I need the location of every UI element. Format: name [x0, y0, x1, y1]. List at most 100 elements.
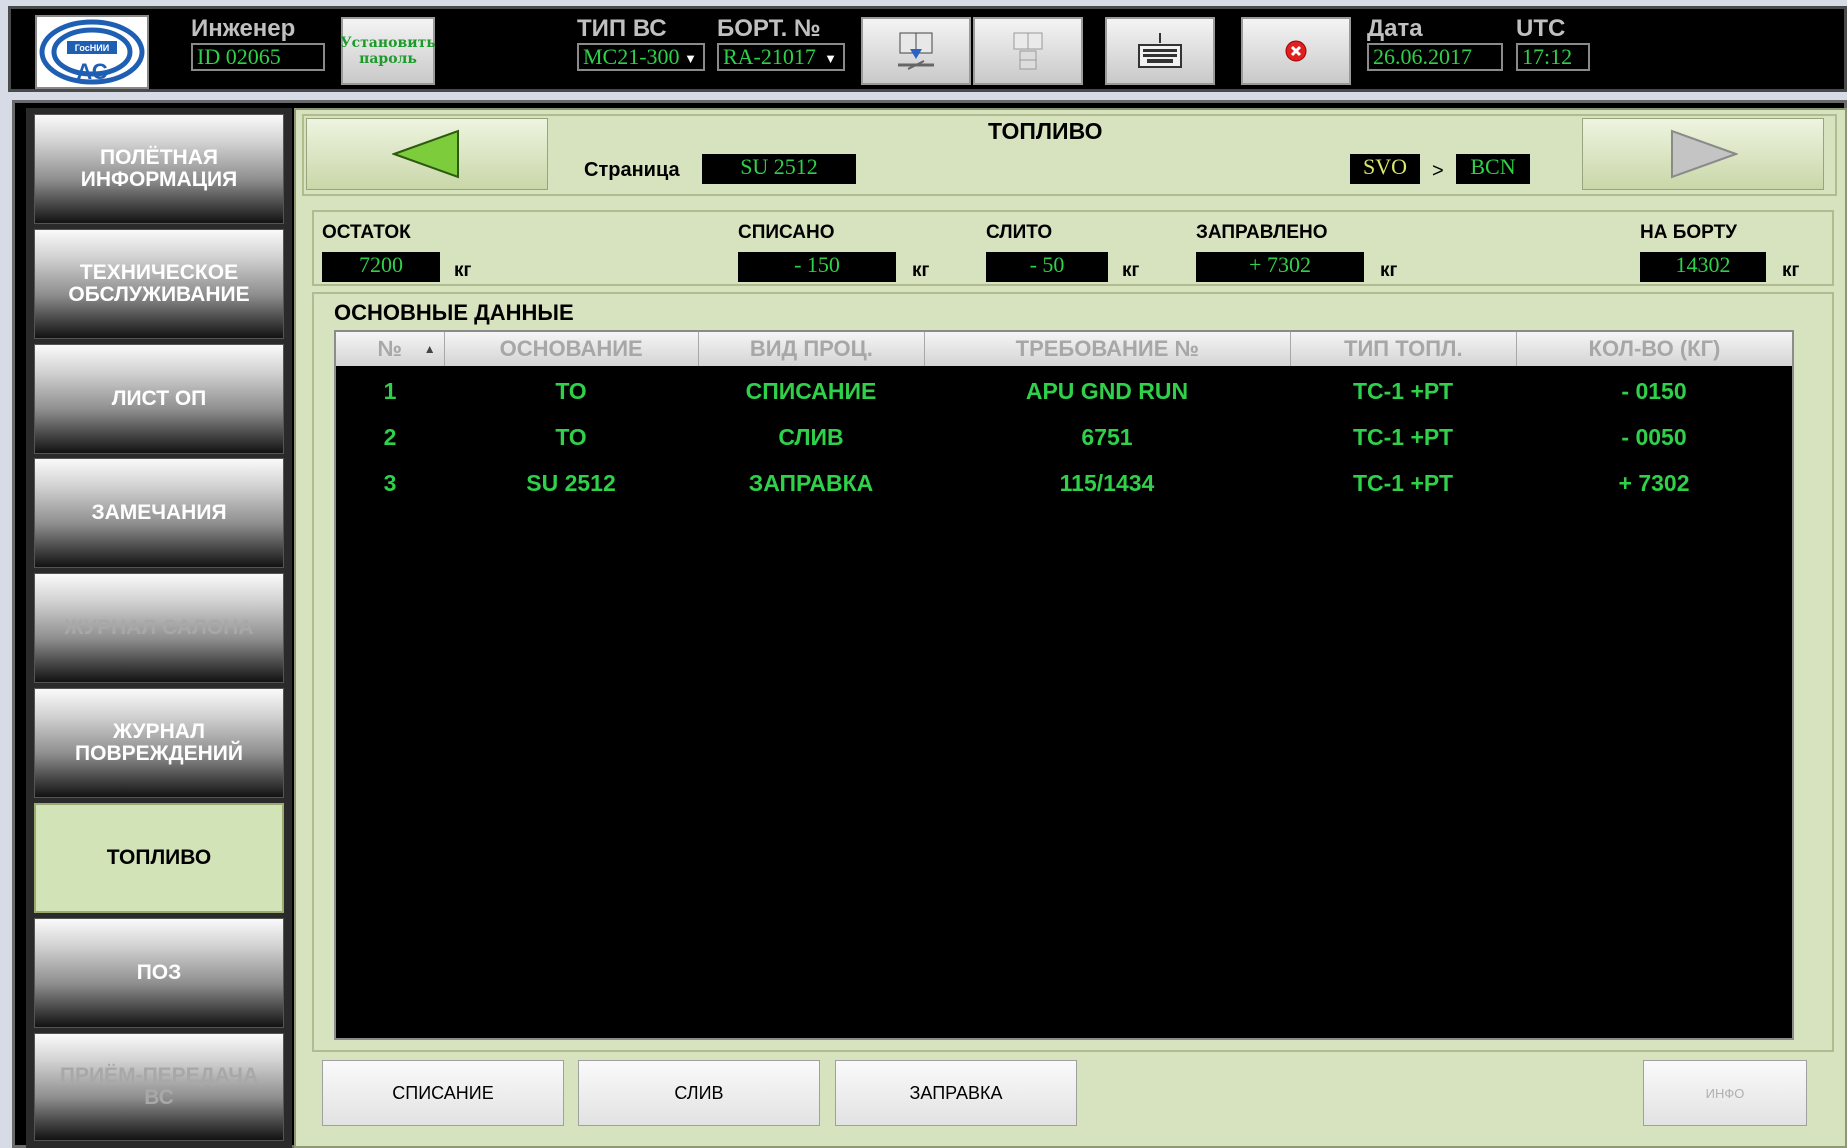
aircraft-type-select[interactable]: MC21-300 ▼: [577, 43, 705, 71]
gosniiac-logo: ГосНИИ АС: [35, 15, 149, 89]
column-header-procedure[interactable]: ВИД ПРОЦ.: [699, 332, 925, 366]
close-app-button[interactable]: [1241, 17, 1351, 85]
prev-page-button[interactable]: [306, 118, 548, 190]
table-row[interactable]: 2 ТО СЛИВ 6751 ТС-1 +РТ - 0050: [336, 414, 1792, 460]
cell-requirement: APU GND RUN: [1025, 377, 1189, 404]
engineer-label: Инженер: [191, 15, 296, 42]
remaining-value: 7200: [322, 252, 440, 282]
manual-download-button[interactable]: [861, 17, 971, 85]
refueled-value: + 7302: [1196, 252, 1364, 282]
arrow-right-icon: [1671, 129, 1738, 179]
column-header-quantity[interactable]: КОЛ-ВО (КГ): [1517, 332, 1792, 366]
page-number-field[interactable]: SU 2512: [702, 154, 856, 184]
refueled-unit: кг: [1380, 260, 1398, 281]
manual-upload-button[interactable]: [973, 17, 1083, 85]
column-header-fuel-type[interactable]: ТИП ТОПЛ.: [1291, 332, 1517, 366]
sidebar-item-aircraft-handover: ПРИЁМ-ПЕРЕДАЧА ВС: [34, 1033, 284, 1141]
sidebar-item-label: ЖУРНАЛ ПОВРЕЖДЕНИЙ: [75, 720, 243, 765]
column-header-basis[interactable]: ОСНОВАНИЕ: [445, 332, 699, 366]
sidebar-item-flight-info[interactable]: ПОЛЁТНАЯ ИНФОРМАЦИЯ: [34, 114, 284, 224]
sidebar-item-remarks[interactable]: ЗАМЕЧАНИЯ: [34, 458, 284, 568]
sidebar-item-op-sheet[interactable]: ЛИСТ ОП: [34, 344, 284, 454]
sidebar-item-label: ЖУРНАЛ САЛОНА: [64, 616, 254, 639]
utc-time-field: 17:12: [1516, 43, 1590, 71]
cell-requirement: 6751: [1081, 423, 1133, 450]
route-separator: >: [1432, 160, 1444, 182]
written-off-unit: кг: [912, 260, 930, 281]
cell-number: 2: [383, 423, 397, 450]
column-header-label: ВИД ПРОЦ.: [749, 336, 873, 361]
column-header-requirement[interactable]: ТРЕБОВАНИЕ №: [925, 332, 1291, 366]
cell-fuel-type: ТС-1 +РТ: [1352, 423, 1454, 450]
keyboard-icon: [1138, 33, 1182, 68]
svg-text:АС: АС: [76, 59, 107, 84]
sidebar-item-fuel[interactable]: ТОПЛИВО: [34, 803, 284, 913]
set-password-button[interactable]: Установить пароль: [340, 17, 436, 85]
chevron-down-icon: ▼: [824, 51, 837, 66]
remaining-label: ОСТАТОК: [322, 222, 411, 243]
column-header-label: КОЛ-ВО (КГ): [1588, 336, 1721, 361]
written-off-label: СПИСАНО: [738, 222, 835, 243]
route-from-field: SVO: [1350, 154, 1420, 184]
sort-ascending-icon: ▲: [423, 342, 436, 356]
column-header-label: ОСНОВАНИЕ: [499, 336, 643, 361]
write-off-label: СПИСАНИЕ: [392, 1082, 494, 1103]
cell-procedure: ЗАПРАВКА: [748, 469, 874, 496]
sidebar-item-label: ПОЛЁТНАЯ ИНФОРМАЦИЯ: [80, 146, 238, 191]
table-row[interactable]: 1 ТО СПИСАНИЕ APU GND RUN ТС-1 +РТ - 015…: [336, 368, 1792, 414]
section-title: ОСНОВНЫЕ ДАННЫЕ: [334, 300, 574, 325]
cell-number: 1: [383, 377, 397, 404]
cell-requirement: 115/1434: [1059, 469, 1155, 496]
on-board-value: 14302: [1640, 252, 1766, 282]
svg-text:ГосНИИ: ГосНИИ: [75, 43, 109, 53]
keyboard-button[interactable]: [1105, 17, 1215, 85]
manual-download-icon: [898, 32, 934, 70]
chevron-down-icon: ▼: [684, 51, 697, 66]
route-to-field: BCN: [1456, 154, 1530, 184]
sidebar-item-label: ТЕХНИЧЕСКОЕ ОБСЛУЖИВАНИЕ: [68, 261, 250, 306]
set-password-label: Установить пароль: [340, 35, 436, 67]
next-page-button[interactable]: [1582, 118, 1824, 190]
cell-fuel-type: ТС-1 +РТ: [1352, 469, 1454, 496]
cell-procedure: СПИСАНИЕ: [745, 377, 877, 404]
top-bar: ГосНИИ АС Инженер ID 02065 Установить па…: [8, 6, 1847, 92]
column-header-label: №: [377, 336, 403, 361]
drain-label: СЛИВ: [674, 1082, 724, 1103]
info-label: ИНФО: [1705, 1085, 1745, 1101]
on-board-unit: кг: [1782, 260, 1800, 281]
sidebar-item-label: ТОПЛИВО: [106, 846, 212, 869]
sidebar-item-label: ЗАМЕЧАНИЯ: [91, 501, 227, 524]
refuel-label: ЗАПРАВКА: [909, 1082, 1003, 1103]
cell-quantity: - 0150: [1621, 377, 1687, 404]
refuel-button[interactable]: ЗАПРАВКА: [835, 1060, 1077, 1126]
column-header-label: ТИП ТОПЛ.: [1344, 336, 1463, 361]
sidebar-item-label: ПОЗ: [136, 961, 182, 984]
cell-basis: SU 2512: [526, 469, 616, 496]
utc-label: UTC: [1516, 15, 1566, 42]
sidebar-item-poz[interactable]: ПОЗ: [34, 918, 284, 1028]
table-row[interactable]: 3 SU 2512 ЗАПРАВКА 115/1434 ТС-1 +РТ + 7…: [336, 460, 1792, 506]
write-off-button[interactable]: СПИСАНИЕ: [322, 1060, 564, 1126]
arrow-left-icon: [392, 129, 459, 179]
fuel-table: № ▲ ОСНОВАНИЕ ВИД ПРОЦ. ТРЕБОВАНИЕ № ТИП…: [334, 330, 1794, 1040]
page-title: ТОПЛИВО: [988, 118, 1103, 144]
cell-procedure: СЛИВ: [778, 423, 844, 450]
cell-number: 3: [383, 469, 397, 496]
column-header-number[interactable]: № ▲: [336, 332, 445, 366]
remaining-unit: кг: [454, 260, 472, 281]
sidebar-item-damage-log[interactable]: ЖУРНАЛ ПОВРЕЖДЕНИЙ: [34, 688, 284, 798]
cell-basis: ТО: [555, 377, 587, 404]
engineer-id-field[interactable]: ID 02065: [191, 43, 325, 71]
drained-label: СЛИТО: [986, 222, 1053, 243]
sidebar-item-label: ПРИЁМ-ПЕРЕДАЧА ВС: [59, 1064, 259, 1109]
aircraft-type-label: ТИП ВС: [577, 15, 667, 42]
close-icon: [1285, 40, 1307, 62]
drain-button[interactable]: СЛИВ: [578, 1060, 820, 1126]
tail-number-select[interactable]: RA-21017 ▼: [717, 43, 845, 71]
cell-quantity: - 0050: [1621, 423, 1687, 450]
info-button: ИНФО: [1643, 1060, 1807, 1126]
sidebar-item-maintenance[interactable]: ТЕХНИЧЕСКОЕ ОБСЛУЖИВАНИЕ: [34, 229, 284, 339]
page-label: Страница: [584, 159, 680, 181]
on-board-label: НА БОРТУ: [1640, 222, 1738, 243]
cell-quantity: + 7302: [1618, 469, 1690, 496]
